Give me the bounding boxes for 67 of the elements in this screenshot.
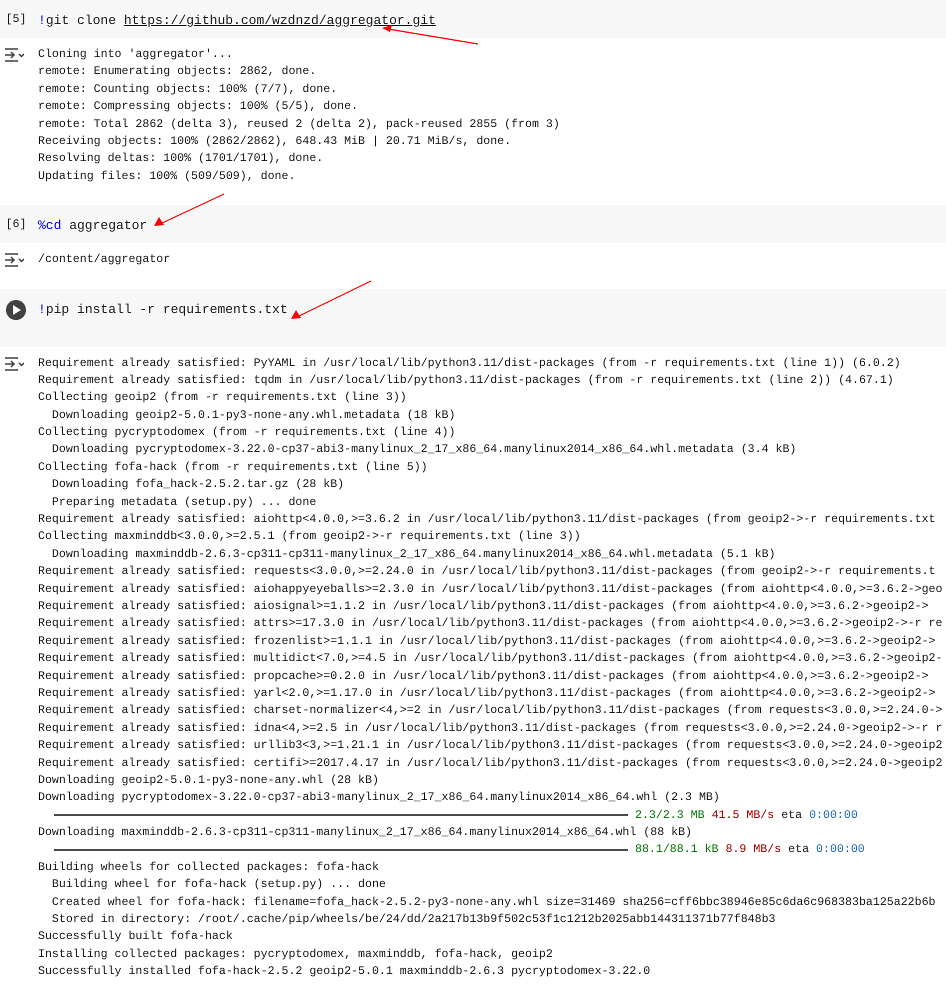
output-line: /content/aggregator — [38, 252, 170, 268]
output-line: Created wheel for fofa-hack: filename=fofa_hack-2.5.2-py3-none-any.whl size=31469 sha256=cff6bbc38946e85c6da6c968383ba125a22b6b — [50, 894, 937, 911]
output-line: Requirement already satisfied: urllib3<3,>=1.21.1 in /usr/local/lib/python3.11/dist-packages (from requests<3.0.0,>=2.24.0->geoip2 — [38, 738, 942, 754]
output-line: Requirement already satisfied: yarl<2.0,>=1.17.0 in /usr/local/lib/python3.11/dist-packages (from aiohttp<4.0.0,>=3.6.2->geoip2-> — [38, 686, 937, 702]
output-line: Requirement already satisfied: aiosignal>=1.1.2 in /usr/local/lib/python3.11/dist-packages (from aiohttp<4.0.0,>=3.6.2->geoip2-> — [38, 598, 930, 615]
output-line: Building wheels for collected packages: fofa-hack — [38, 860, 380, 876]
download-size: 88.1/88.1 kB — [635, 842, 718, 858]
output-line: Downloading maxminddb-2.6.3-cp311-cp311-manylinux_2_17_x86_64.manylinux2014_x86_64.whl (88 kB) — [38, 825, 693, 842]
download-speed: 8.9 MB/s — [726, 842, 782, 858]
output-line: Downloading pycryptodomex-3.22.0-cp37-abi3-manylinux_2_17_x86_64.manylinux2014_x86_64.whl (2.3 MB) — [38, 790, 721, 806]
magic-prefix: %cd — [38, 218, 62, 234]
output-line: Requirement already satisfied: requests<3.0.0,>=2.24.0 in /usr/local/lib/python3.11/dist-packages (from geoip2->-r requirements.t — [38, 564, 937, 580]
output-line: Collecting geoip2 (from -r requirements.txt (line 3)) — [38, 390, 408, 406]
execution-count: [5] — [6, 12, 26, 28]
output-line: Downloading maxminddb-2.6.3-cp311-cp311-manylinux_2_17_x86_64.manylinux2014_x86_64.whl.metadata (5.1 kB) — [50, 546, 776, 563]
output-line: Collecting maxminddb<3.0.0,>=2.5.1 (from geoip2->-r requirements.txt (line 3)) — [38, 529, 582, 546]
output-line: Stored in directory: /root/.cache/pip/wheels/be/24/dd/2a217b13b9f502c53f1c1212b2025abb144311371b77f848b3 — [50, 912, 776, 928]
output-line: Resolving deltas: 100% (1701/1701), done. — [38, 151, 324, 168]
code-cell[interactable]: [6] %cd aggregator — [0, 205, 946, 244]
output-line: Requirement already satisfied: propcache>=0.2.0 in /usr/local/lib/python3.11/dist-packages (from aiohttp<4.0.0,>=3.6.2->geoip2-> — [38, 668, 930, 685]
output-line: Building wheel for fofa-hack (setup.py) ... done — [50, 877, 387, 894]
run-button-icon[interactable] — [5, 298, 27, 321]
output-line: Downloading geoip2-5.0.1-py3-none-any.whl (28 kB) — [38, 772, 380, 789]
output-line: remote: Compressing objects: 100% (5/5), done. — [38, 99, 360, 116]
download-size: 2.3/2.3 MB — [635, 808, 705, 824]
output-line: Successfully built fofa-hack — [38, 929, 234, 946]
output-line: Successfully installed fofa-hack-2.5.2 geoip2-5.0.1 maxminddb-2.6.3 pycryptodomex-3.22.0 — [38, 964, 652, 980]
output-line: Requirement already satisfied: certifi>=2017.4.17 in /usr/local/lib/python3.11/dist-packages (from requests<3.0.0,>=2.24.0->geoip2 — [38, 756, 942, 772]
output-toggle-icon[interactable] — [4, 356, 24, 372]
code-cell[interactable]: !pip install -r requirements.txt — [0, 288, 946, 347]
code-cell[interactable]: [5] !git clone https://github.com/wzdnzd/aggregator.git — [0, 0, 946, 38]
output-line: Requirement already satisfied: tqdm in /usr/local/lib/python3.11/dist-packages (from -r requirements.txt (line 2)) (4.67.1) — [38, 372, 895, 389]
output-line: remote: Total 2862 (delta 3), reused 2 (delta 2), pack-reused 2855 (from 3) — [38, 116, 560, 133]
output-line: Requirement already satisfied: PyYAML in /usr/local/lib/python3.11/dist-packages (from -r requirements.txt (line 1)) (6.0.2) — [38, 356, 902, 372]
output-line: Downloading geoip2-5.0.1-py3-none-any.whl.metadata (18 kB) — [50, 408, 456, 424]
eta-time: 0:00:00 — [816, 842, 865, 858]
output-toggle-icon[interactable] — [4, 252, 24, 268]
output-line: Cloning into 'aggregator'... — [38, 47, 234, 63]
code-text: pip install -r requirements.txt — [46, 302, 288, 317]
execution-count: [6] — [6, 217, 26, 234]
magic-prefix: ! — [38, 13, 46, 28]
output-toggle-icon[interactable] — [4, 47, 24, 63]
output-line: Requirement already satisfied: aiohappyeyeballs>=2.3.0 in /usr/local/lib/python3.11/dist-packages (from aiohttp<4.0.0,>=3.6.2->geo — [38, 582, 942, 598]
output-line: Collecting fofa-hack (from -r requirements.txt (line 5)) — [38, 460, 429, 476]
eta-time: 0:00:00 — [809, 808, 858, 824]
output-line: Requirement already satisfied: charset-normalizer<4,>=2 in /usr/local/lib/python3.11/dist-packages (from requests<3.0.0,>=2.24.0-> — [38, 703, 942, 720]
output-line: Requirement already satisfied: multidict<7.0,>=4.5 in /usr/local/lib/python3.11/dist-packages (from aiohttp<4.0.0,>=3.6.2->geoip2- — [38, 651, 942, 668]
output-line: Updating files: 100% (509/509), done. — [38, 168, 296, 185]
output-line: Requirement already satisfied: frozenlist>=1.1.1 in /usr/local/lib/python3.11/dist-packages (from aiohttp<4.0.0,>=3.6.2->geoip2-> — [38, 634, 937, 650]
eta-label: eta — [781, 808, 802, 824]
magic-prefix: ! — [38, 302, 46, 317]
output-line: Downloading pycryptodomex-3.22.0-cp37-abi3-manylinux_2_17_x86_64.manylinux2014_x86_64.whl.metadata (3.4 kB) — [50, 442, 798, 458]
output-line: Installing collected packages: pycryptodomex, maxminddb, fofa-hack, geoip2 — [38, 946, 554, 963]
eta-label: eta — [788, 842, 810, 858]
output-line: Downloading fofa_hack-2.5.2.tar.gz (28 kB) — [50, 477, 346, 494]
repository-link[interactable]: https://github.com/wzdnzd/aggregator.git — [124, 13, 436, 28]
output-line: Requirement already satisfied: attrs>=17.3.0 in /usr/local/lib/python3.11/dist-packages (from aiohttp<4.0.0,>=3.6.2->geoip2->-r re — [38, 616, 942, 632]
output-line: Collecting pycryptodomex (from -r requirements.txt (line 4)) — [38, 425, 456, 442]
output-line: Requirement already satisfied: aiohttp<4.0.0,>=3.6.2 in /usr/local/lib/python3.11/dist-packages (from geoip2->-r requirements.txt — [38, 512, 937, 528]
output-line: Requirement already satisfied: idna<4,>=2.5 in /usr/local/lib/python3.11/dist-packages (from requests<3.0.0,>=2.24.0->geoip2->-r r — [38, 720, 942, 737]
output-line: Receiving objects: 100% (2862/2862), 648.43 MiB | 20.71 MiB/s, done. — [38, 134, 512, 150]
code-text: aggregator — [68, 218, 148, 234]
output-line: Preparing metadata (setup.py) ... done — [50, 494, 318, 511]
code-text: git clone — [46, 13, 118, 28]
output-line: remote: Enumerating objects: 2862, done. — [38, 64, 318, 80]
download-speed: 41.5 MB/s — [712, 808, 774, 824]
output-line: remote: Counting objects: 100% (7/7), done. — [38, 82, 338, 98]
